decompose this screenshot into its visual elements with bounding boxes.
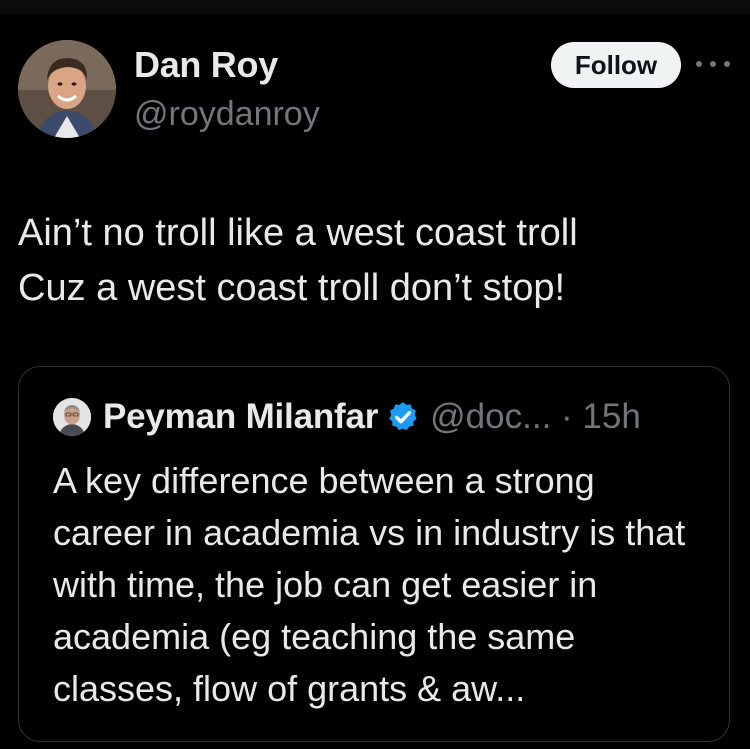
author-handle[interactable]: @roydanroy xyxy=(134,95,320,134)
status-bar-strip xyxy=(0,0,750,14)
quoted-post-header: Peyman Milanfar @doc... · 15h xyxy=(103,397,641,437)
quoted-post[interactable]: Peyman Milanfar @doc... · 15h A key diff… xyxy=(18,366,730,742)
author-name[interactable]: Dan Roy xyxy=(134,44,278,86)
verified-badge-icon xyxy=(389,402,417,431)
quoted-author-handle-time: @doc... · 15h xyxy=(430,397,641,436)
quoted-author-avatar[interactable] xyxy=(53,398,91,436)
quoted-post-text: A key difference between a strong career… xyxy=(53,460,686,709)
author-avatar[interactable] xyxy=(18,40,116,138)
follow-button[interactable]: Follow xyxy=(551,42,681,88)
post-text: Ain’t no troll like a west coast troll C… xyxy=(18,212,578,309)
more-icon[interactable] xyxy=(696,54,730,74)
quoted-author-name[interactable]: Peyman Milanfar xyxy=(103,397,378,437)
